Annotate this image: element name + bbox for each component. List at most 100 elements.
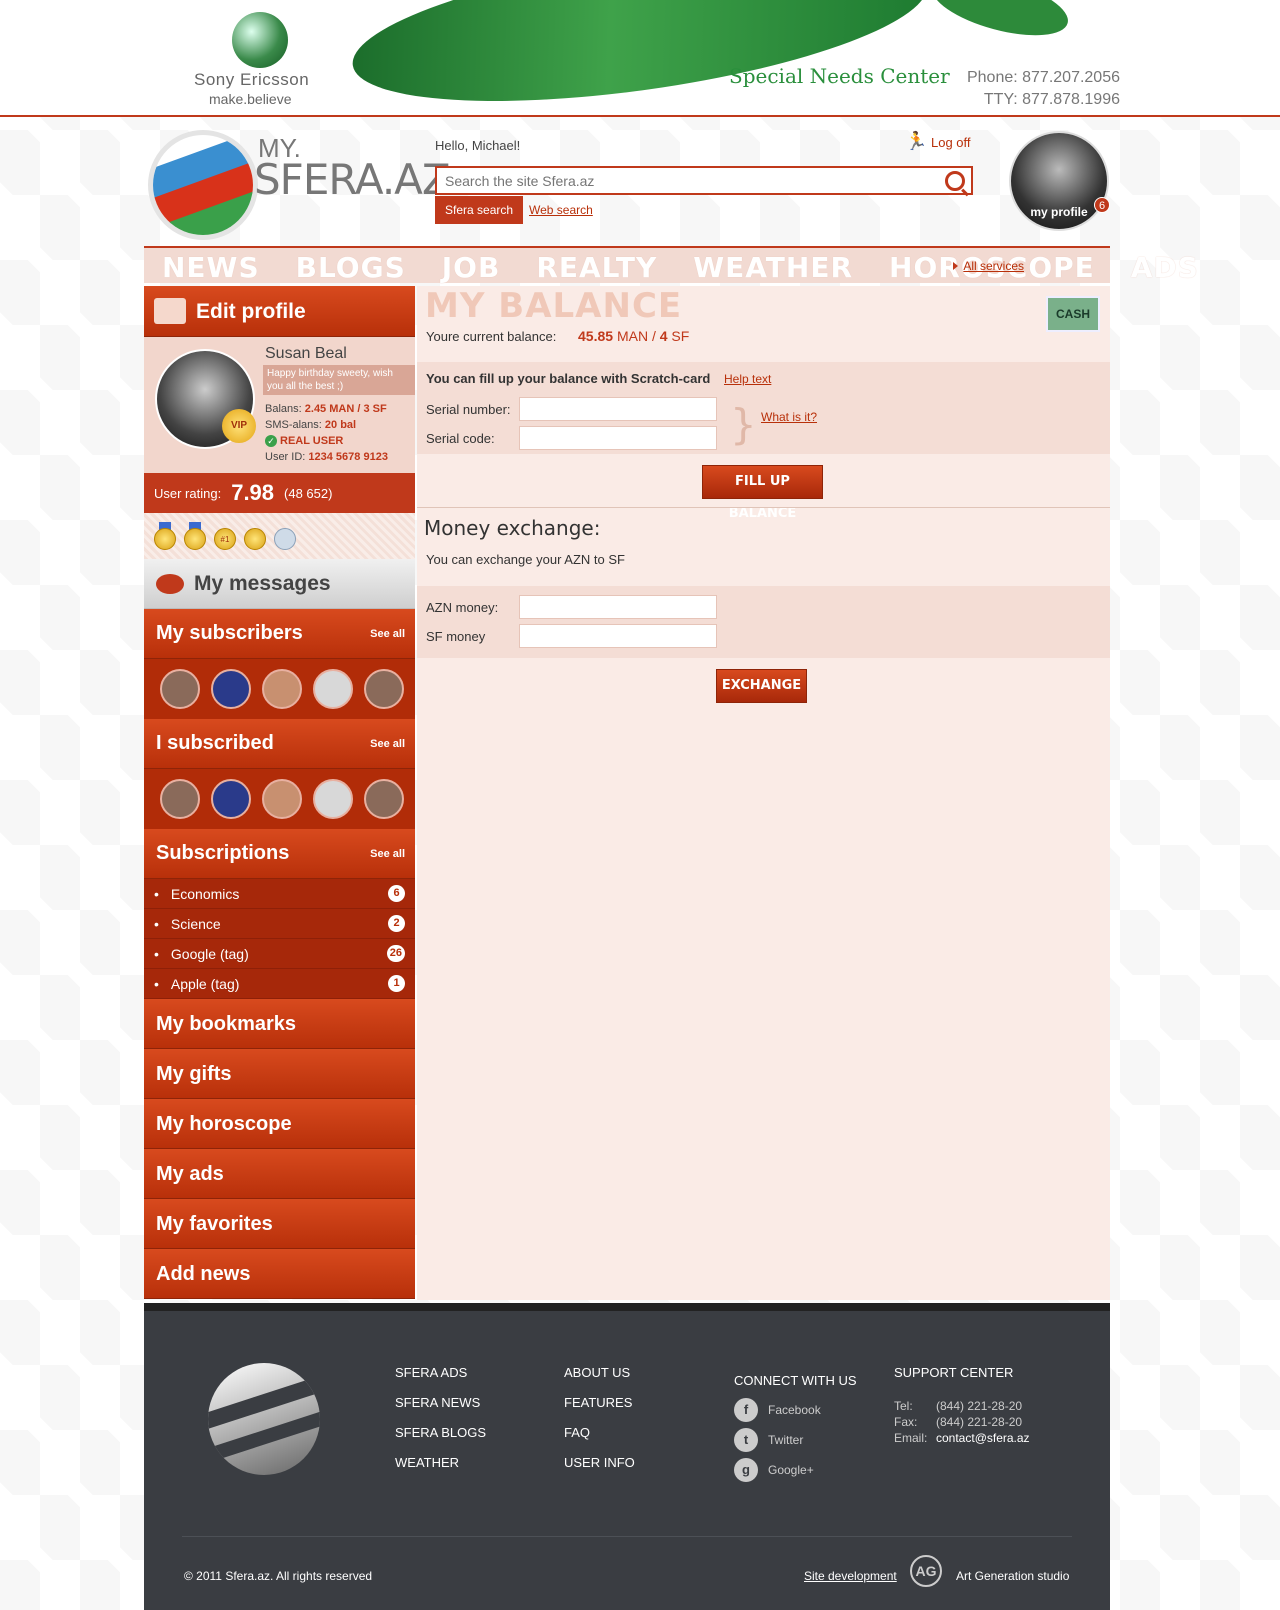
user-info: Balans: 2.45 MAN / 3 SF SMS-alans: 20 ba… (265, 401, 388, 465)
subscribed-avatar[interactable] (364, 779, 404, 819)
subscriber-avatar[interactable] (160, 669, 200, 709)
promo-banner[interactable]: Sony Ericsson make.believe Special Needs… (0, 0, 1280, 117)
my-subscribers-label: My subscribers (156, 622, 303, 644)
footer-link[interactable]: USER INFO (564, 1455, 635, 1485)
footer-link[interactable]: WEATHER (395, 1455, 486, 1485)
nav-ads[interactable]: ADS (1131, 253, 1199, 283)
user-id-value: 1234 5678 9123 (308, 451, 388, 463)
help-text-link[interactable]: Help text (724, 372, 771, 386)
rating-value: 7.98 (231, 480, 275, 505)
facebook-link[interactable]: f Facebook (734, 1395, 857, 1425)
special-needs-center: Special Needs Center (729, 64, 950, 88)
twitter-link[interactable]: t Twitter (734, 1425, 857, 1455)
page-title: MY BALANCE (425, 286, 683, 326)
what-is-it-link[interactable]: What is it? (761, 410, 817, 424)
brand-name: Sony Ericsson (194, 70, 310, 89)
fill-up-balance-button[interactable]: FILL UP BALANCE (702, 465, 823, 521)
search-input[interactable] (437, 168, 927, 193)
brace-decoration: } (730, 400, 757, 449)
gold-medal-icon[interactable] (184, 522, 206, 550)
my-messages-button[interactable]: My messages (144, 559, 415, 609)
balans-label: Balans: (265, 403, 302, 415)
my-messages-label: My messages (194, 571, 331, 595)
subscriber-avatar[interactable] (313, 669, 353, 709)
subscribed-avatar[interactable] (262, 779, 302, 819)
footer-link[interactable]: SFERA NEWS (395, 1395, 486, 1425)
subscribed-avatar[interactable] (313, 779, 353, 819)
search-icon[interactable] (945, 171, 965, 191)
rank-one-medal-icon[interactable]: #1 (214, 522, 236, 550)
balance-value: 45.85 MAN / 4 SF (578, 328, 690, 344)
nav-weather[interactable]: WEATHER (693, 253, 853, 283)
site-logo-icon[interactable] (148, 130, 258, 240)
all-services-link[interactable]: All services (953, 259, 1024, 273)
logoff-link[interactable]: 🏃 Log off (905, 131, 971, 153)
support-center: SUPPORT CENTER Tel: (844) 221-28-20 Fax: (… (894, 1365, 1030, 1446)
nav-realty[interactable]: REALTY (536, 253, 657, 283)
footer: SFERA ADS SFERA NEWS SFERA BLOGS WEATHER… (144, 1303, 1110, 1610)
serial-number-label: Serial number: (426, 402, 511, 417)
gold-medal-icon[interactable] (154, 522, 176, 550)
list-item[interactable]: Apple (tag) 1 (144, 969, 415, 999)
footer-social: CONNECT WITH US f Facebook t Twitter g Goog… (734, 1365, 857, 1485)
footer-link[interactable]: ABOUT US (564, 1365, 635, 1395)
subscriptions-header[interactable]: Subscriptions See all (144, 829, 415, 879)
subscriber-avatar[interactable] (211, 669, 251, 709)
sf-money-input[interactable] (519, 624, 717, 648)
my-horoscope-button[interactable]: My horoscope (144, 1099, 415, 1149)
see-all-link[interactable]: See all (370, 738, 405, 750)
tab-web-search[interactable]: Web search (529, 203, 593, 217)
my-gifts-button[interactable]: My gifts (144, 1049, 415, 1099)
google-plus-link[interactable]: g Google+ (734, 1455, 857, 1485)
add-news-button[interactable]: Add news (144, 1249, 415, 1299)
tab-sfera-search[interactable]: Sfera search (435, 196, 524, 224)
subscriber-avatar[interactable] (262, 669, 302, 709)
serial-code-input[interactable] (519, 426, 717, 450)
subscribers-avatars (144, 659, 415, 719)
my-bookmarks-button[interactable]: My bookmarks (144, 999, 415, 1049)
list-item[interactable]: Google (tag) 26 (144, 939, 415, 969)
support-title: SUPPORT CENTER (894, 1365, 1014, 1380)
email-link[interactable]: contact@sfera.az (936, 1431, 1030, 1445)
subscriber-avatar[interactable] (364, 669, 404, 709)
my-favorites-button[interactable]: My favorites (144, 1199, 415, 1249)
see-all-link[interactable]: See all (370, 628, 405, 640)
subscribed-avatar[interactable] (211, 779, 251, 819)
balans-value: 2.45 MAN / 3 SF (304, 403, 387, 415)
edit-profile-label: Edit profile (196, 299, 306, 323)
running-man-icon: 🏃 (905, 131, 928, 151)
footer-logo-icon[interactable] (208, 1363, 320, 1475)
nav-blogs[interactable]: BLOGS (296, 253, 406, 283)
footer-link[interactable]: FEATURES (564, 1395, 635, 1425)
my-subscribers-header[interactable]: My subscribers See all (144, 609, 415, 659)
profile-notification-badge: 6 (1094, 197, 1110, 213)
nav-news[interactable]: NEWS (162, 253, 260, 283)
footer-link[interactable]: SFERA ADS (395, 1365, 486, 1395)
i-subscribed-header[interactable]: I subscribed See all (144, 719, 415, 769)
list-item[interactable]: Economics 6 (144, 879, 415, 909)
azn-money-input[interactable] (519, 595, 717, 619)
award-ribbon-icon[interactable] (244, 522, 266, 550)
logo-text-main[interactable]: SFERA.AZ (254, 155, 451, 204)
edit-profile-button[interactable]: Edit profile (144, 286, 415, 337)
footer-link[interactable]: FAQ (564, 1425, 635, 1455)
footer-link[interactable]: SFERA BLOGS (395, 1425, 486, 1455)
sms-value: 20 bal (324, 419, 357, 431)
sms-label: SMS-alans: (265, 419, 322, 431)
my-ads-button[interactable]: My ads (144, 1149, 415, 1199)
exchange-button[interactable]: EXCHANGE (716, 669, 807, 703)
star-medal-icon[interactable] (274, 522, 296, 550)
subscribed-avatar[interactable] (160, 779, 200, 819)
facebook-label: Facebook (768, 1403, 821, 1417)
my-profile-avatar[interactable]: my profile (1009, 131, 1109, 231)
list-item[interactable]: Science 2 (144, 909, 415, 939)
search-box (435, 166, 973, 195)
nav-job[interactable]: JOB (442, 253, 501, 283)
subscription-label: Google (tag) (170, 945, 249, 962)
see-all-link[interactable]: See all (370, 848, 405, 860)
serial-number-input[interactable] (519, 397, 717, 421)
art-generation-logo-icon[interactable]: AG (910, 1555, 942, 1587)
site-development-link[interactable]: Site development (804, 1569, 897, 1583)
medals-row: #1 (144, 513, 415, 559)
subscription-label: Science (170, 915, 221, 932)
